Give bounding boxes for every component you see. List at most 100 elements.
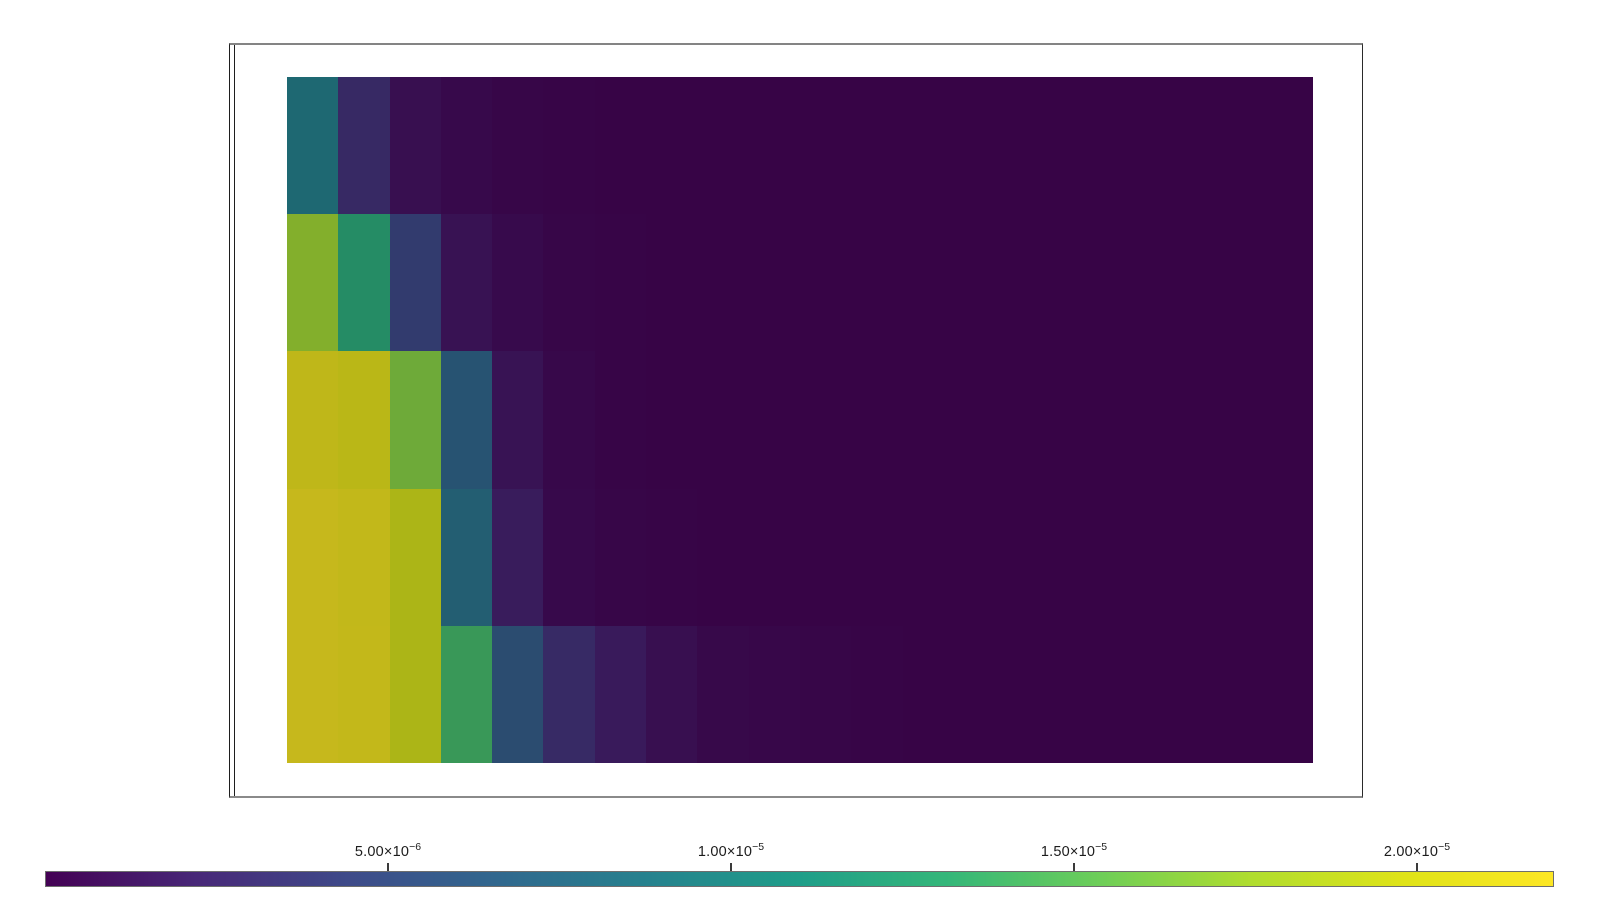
plot-frame-inner-left-line <box>234 45 235 796</box>
heatmap-cell <box>338 214 389 351</box>
heatmap-cell <box>903 77 954 214</box>
heatmap-cell <box>338 351 389 488</box>
heatmap-cell <box>441 351 492 488</box>
heatmap-cell <box>441 489 492 626</box>
heatmap-cell <box>1056 214 1107 351</box>
heatmap-cell <box>390 489 441 626</box>
heatmap-cell <box>338 489 389 626</box>
heatmap-cell <box>1056 351 1107 488</box>
heatmap-cell <box>697 351 748 488</box>
heatmap-cell <box>1210 489 1261 626</box>
colorbar-tick-label: 1.00×10−5 <box>698 841 764 860</box>
heatmap-cell <box>287 626 338 763</box>
heatmap-cell <box>1005 214 1056 351</box>
heatmap-cell <box>543 214 594 351</box>
heatmap-cell <box>646 351 697 488</box>
heatmap-cell <box>287 489 338 626</box>
heatmap-cell <box>338 626 389 763</box>
colorbar-tick-label: 2.00×10−5 <box>1384 841 1450 860</box>
tick-label-exponent: −5 <box>1095 841 1107 853</box>
heatmap-cell <box>800 77 851 214</box>
heatmap-cell <box>1005 489 1056 626</box>
heatmap-cell <box>697 489 748 626</box>
heatmap-cell <box>338 77 389 214</box>
heatmap-cell <box>800 351 851 488</box>
tick-label-base: 1.00×10 <box>698 844 752 860</box>
tick-label-exponent: −6 <box>409 841 421 853</box>
heatmap-cell <box>1210 351 1261 488</box>
heatmap-cell <box>800 626 851 763</box>
heatmap-cell <box>646 626 697 763</box>
heatmap-cell <box>954 214 1005 351</box>
heatmap-cell <box>390 626 441 763</box>
heatmap-cell <box>800 214 851 351</box>
heatmap-cell <box>1159 626 1210 763</box>
colorbar-tick-label: 5.00×10−6 <box>355 841 421 860</box>
heatmap-cell <box>287 214 338 351</box>
figure-canvas: 5.00×10−6 1.00×10−5 1.50×10−5 2.00×10−5 <box>0 0 1600 900</box>
heatmap-cell <box>697 626 748 763</box>
heatmap-cell <box>492 214 543 351</box>
heatmap-cell <box>390 351 441 488</box>
colorbar <box>45 871 1554 887</box>
heatmap <box>287 77 1313 763</box>
heatmap-cell <box>1108 214 1159 351</box>
colorbar-tick-label: 1.50×10−5 <box>1041 841 1107 860</box>
colorbar-tick <box>387 863 389 871</box>
heatmap-cell <box>903 351 954 488</box>
heatmap-cell <box>595 77 646 214</box>
heatmap-cell <box>749 351 800 488</box>
heatmap-cell <box>851 351 902 488</box>
heatmap-cell <box>1210 77 1261 214</box>
heatmap-cell <box>954 77 1005 214</box>
heatmap-cell <box>646 214 697 351</box>
heatmap-cell <box>1159 77 1210 214</box>
heatmap-cell <box>1056 77 1107 214</box>
heatmap-cell <box>441 626 492 763</box>
heatmap-cell <box>954 489 1005 626</box>
heatmap-cell <box>441 77 492 214</box>
heatmap-cell <box>543 489 594 626</box>
heatmap-cell <box>287 77 338 214</box>
colorbar-tick <box>1073 863 1075 871</box>
heatmap-cell <box>1005 77 1056 214</box>
heatmap-cell <box>1005 351 1056 488</box>
heatmap-cell <box>851 77 902 214</box>
heatmap-cell <box>1262 214 1313 351</box>
heatmap-cell <box>1262 351 1313 488</box>
heatmap-cell <box>1108 489 1159 626</box>
tick-label-exponent: −5 <box>1438 841 1450 853</box>
colorbar-tick <box>730 863 732 871</box>
heatmap-cell <box>492 77 543 214</box>
heatmap-cell <box>543 351 594 488</box>
heatmap-cell <box>903 626 954 763</box>
heatmap-cell <box>851 214 902 351</box>
heatmap-cell <box>697 77 748 214</box>
heatmap-cell <box>1159 214 1210 351</box>
heatmap-cell <box>1159 351 1210 488</box>
heatmap-cell <box>1056 489 1107 626</box>
heatmap-cell <box>954 351 1005 488</box>
heatmap-cell <box>390 77 441 214</box>
heatmap-cell <box>1056 626 1107 763</box>
heatmap-cell <box>1159 489 1210 626</box>
tick-label-base: 1.50×10 <box>1041 844 1095 860</box>
heatmap-cell <box>697 214 748 351</box>
heatmap-cell <box>646 77 697 214</box>
heatmap-cell <box>903 214 954 351</box>
heatmap-cell <box>851 626 902 763</box>
heatmap-cell <box>749 489 800 626</box>
heatmap-cell <box>287 351 338 488</box>
heatmap-cell <box>749 77 800 214</box>
tick-label-exponent: −5 <box>752 841 764 853</box>
heatmap-cell <box>903 489 954 626</box>
heatmap-cell <box>1210 214 1261 351</box>
heatmap-cell <box>441 214 492 351</box>
tick-label-base: 2.00×10 <box>1384 844 1438 860</box>
heatmap-cell <box>954 626 1005 763</box>
heatmap-cell <box>1005 626 1056 763</box>
heatmap-cell <box>800 489 851 626</box>
heatmap-cell <box>543 626 594 763</box>
heatmap-cell <box>390 214 441 351</box>
heatmap-cell <box>1262 626 1313 763</box>
